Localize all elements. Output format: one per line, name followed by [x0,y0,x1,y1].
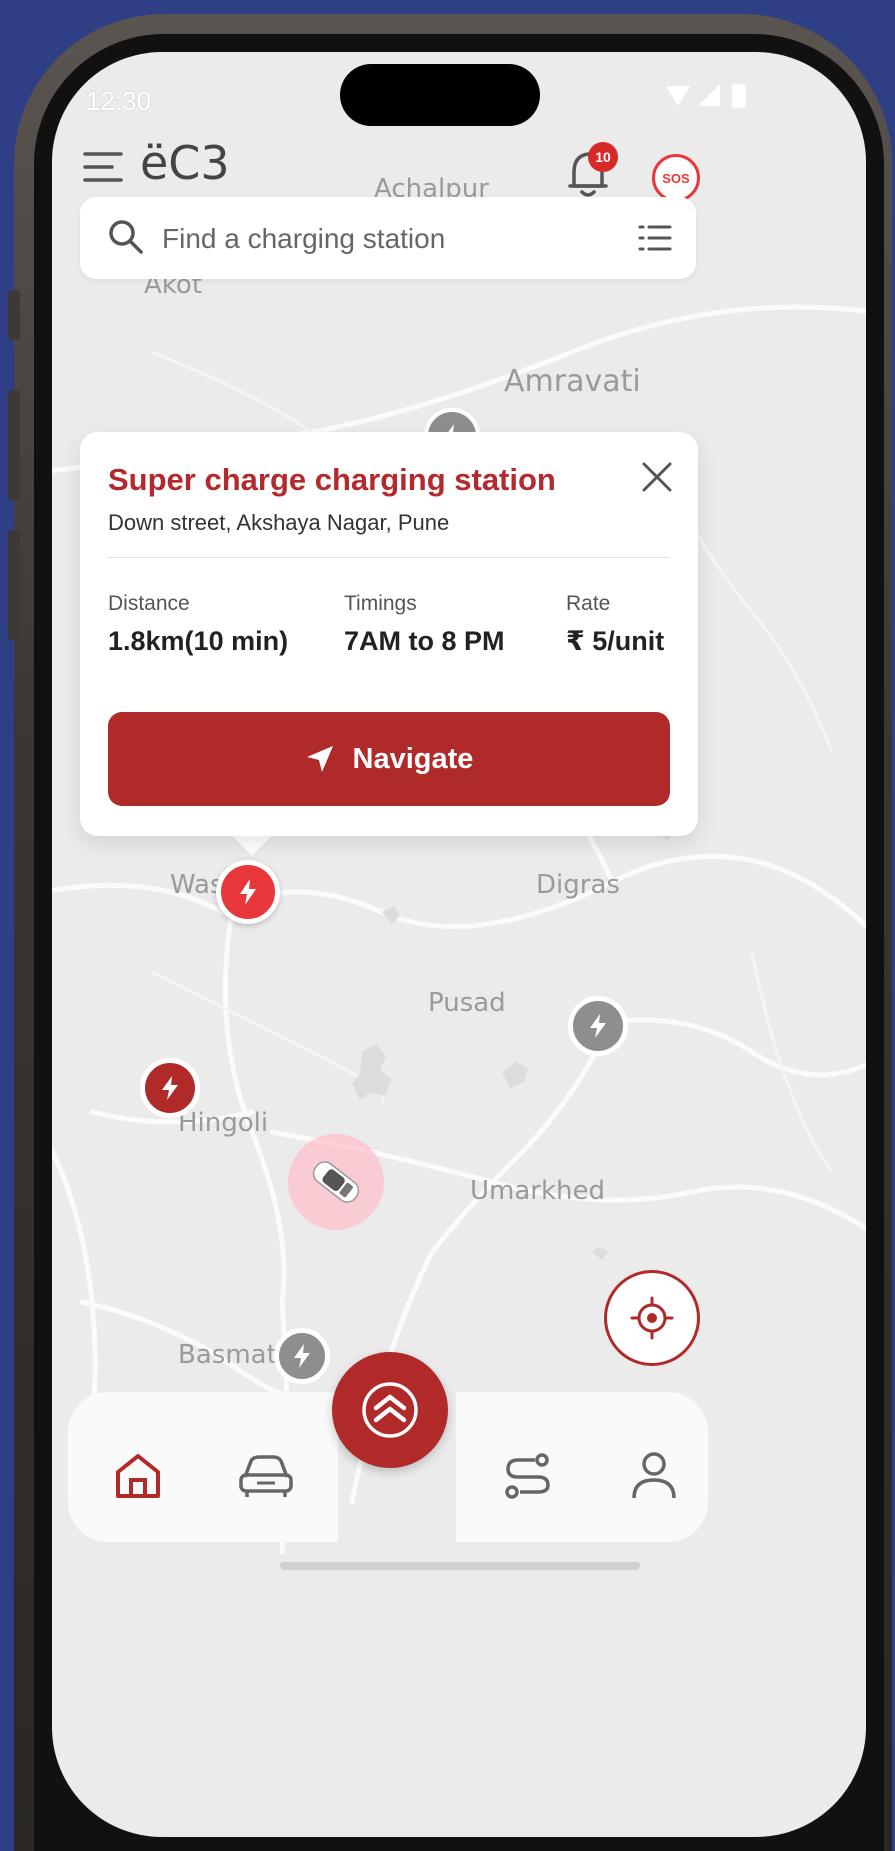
charge-icon [590,1014,606,1038]
charge-icon [162,1076,178,1100]
nav-routes[interactable] [498,1446,558,1506]
car-nav-icon [239,1455,293,1497]
stat-value: 1.8km(10 min) [108,626,289,656]
nav-home[interactable] [108,1446,168,1506]
navigate-arrow-icon [306,746,333,772]
map-label: Umarkhed [470,1176,606,1206]
notification-button[interactable]: 10 [564,142,620,202]
divider [108,557,670,558]
locate-button[interactable] [604,1270,700,1366]
status-icons [662,80,752,117]
car-icon [312,1161,360,1203]
stat-value: ₹ 5/unit [566,626,665,656]
side-button [8,290,20,340]
notification-badge: 10 [588,142,618,172]
station-address: Down street, Akshaya Nagar, Pune [108,510,450,535]
list-icon[interactable] [638,223,672,258]
station-info-card: Super charge charging station Down stree… [80,432,698,836]
map-label: Digras [536,870,620,900]
nav-vehicle[interactable] [236,1446,296,1506]
search-icon [108,219,144,260]
nav-right-panel [456,1392,708,1542]
map-label: Amravati [504,364,641,399]
battery-icon [732,84,746,108]
app-title: ëC3 [140,136,230,190]
side-button [8,390,20,500]
stat-label: Distance [108,592,190,615]
locate-icon [630,1296,674,1340]
charging-station-pin-selected[interactable] [216,860,280,924]
route-icon [505,1453,550,1499]
home-icon [116,1454,160,1498]
charging-station-pin[interactable] [274,1328,330,1384]
stat-label: Rate [566,592,611,615]
sos-button[interactable]: SOS [652,154,700,202]
close-icon[interactable] [640,460,674,494]
navigate-label: Navigate [352,742,474,775]
stat-timings: Timings 7AM to 8 PM [344,592,505,657]
wifi-icon [666,86,690,106]
map-label: Pusad [428,988,506,1018]
stat-value: 7AM to 8 PM [344,626,505,656]
charge-icon [240,879,256,905]
status-time: 12:30 [86,86,152,116]
brand-center-button[interactable] [332,1352,448,1468]
stat-distance: Distance 1.8km(10 min) [108,592,288,657]
search-input[interactable]: Find a charging station [162,223,445,255]
station-title: Super charge charging station [108,462,556,497]
charging-station-pin[interactable] [140,1058,200,1118]
menu-icon[interactable] [82,148,124,186]
nav-left-panel [68,1392,338,1542]
dynamic-island [340,64,540,126]
charging-station-pin[interactable] [568,996,628,1056]
profile-icon [632,1452,676,1499]
map-label: Hingoli [178,1108,269,1138]
car-location-marker [288,1134,384,1230]
signal-icon [698,84,720,106]
charge-icon [294,1344,310,1368]
navigate-button[interactable]: Navigate [108,712,670,806]
home-indicator [280,1562,640,1570]
nav-profile[interactable] [624,1446,684,1506]
stat-rate: Rate ₹ 5/unit [566,592,664,657]
side-button [8,530,20,640]
search-bar[interactable]: Find a charging station [80,197,696,279]
stat-label: Timings [344,592,417,615]
screen: Achalpur Akot Amravati Washim Digras Pus… [52,52,866,1837]
brand-logo-icon [362,1382,418,1438]
app-header: ëC3 10 SOS [82,132,836,202]
